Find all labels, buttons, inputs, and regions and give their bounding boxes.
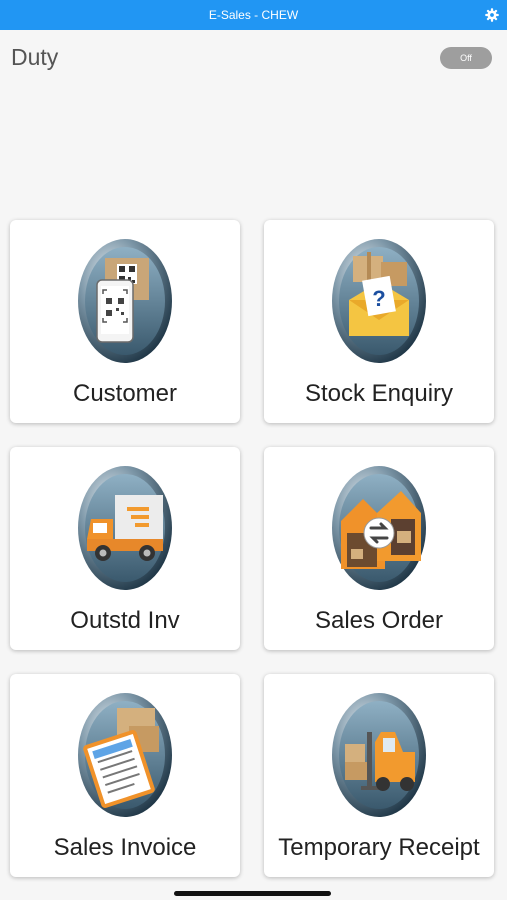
home-indicator[interactable]: [174, 891, 331, 896]
menu-label: Sales Order: [314, 607, 444, 634]
menu-card-sales-order[interactable]: Sales Order: [264, 447, 494, 650]
menu-card-stock-enquiry[interactable]: ? Stock Enquiry: [264, 220, 494, 423]
menu-card-temporary-receipt[interactable]: Temporary Receipt: [264, 674, 494, 877]
menu-card-customer[interactable]: Customer: [10, 220, 240, 423]
invoice-clipboard-icon: [78, 693, 172, 817]
gear-icon[interactable]: [483, 6, 501, 24]
menu-label: Outstd Inv: [70, 607, 180, 634]
duty-toggle-text: Off: [460, 53, 472, 63]
delivery-truck-icon: [78, 466, 172, 590]
forklift-icon: [332, 693, 426, 817]
menu-label: Customer: [72, 380, 178, 407]
duty-toggle[interactable]: Off: [440, 47, 492, 69]
menu-card-sales-invoice[interactable]: Sales Invoice: [10, 674, 240, 877]
menu-label: Sales Invoice: [53, 834, 197, 861]
title-bar: E-Sales - CHEW: [0, 0, 507, 30]
app-title: E-Sales - CHEW: [208, 8, 299, 22]
menu-card-outstd-inv[interactable]: Outstd Inv: [10, 447, 240, 650]
svg-text:?: ?: [372, 286, 385, 311]
warehouse-transfer-icon: [332, 466, 426, 590]
duty-label: Duty: [11, 44, 59, 70]
menu-label: Stock Enquiry: [304, 380, 454, 407]
menu-label: Temporary Receipt: [278, 834, 480, 861]
qr-code-phone-icon: [78, 239, 172, 363]
stock-enquiry-icon: ?: [332, 239, 426, 363]
